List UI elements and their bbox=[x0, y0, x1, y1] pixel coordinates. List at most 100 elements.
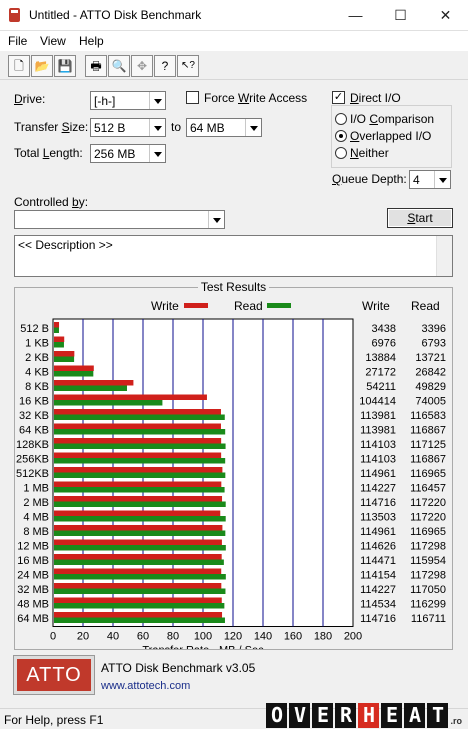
read-bar bbox=[54, 429, 226, 435]
write-bar bbox=[54, 612, 223, 618]
print-preview-icon[interactable]: 🔍 bbox=[108, 55, 130, 77]
watermark-letter: A bbox=[404, 703, 426, 728]
read-bar bbox=[54, 617, 225, 623]
y-tick-label: 8 MB bbox=[23, 526, 49, 538]
help-icon[interactable]: ? bbox=[154, 55, 176, 77]
transfer-size-from-select[interactable]: 512 B bbox=[90, 118, 166, 137]
read-value: 116299 bbox=[410, 599, 446, 611]
y-tick-label: 512KB bbox=[16, 468, 49, 480]
write-bar bbox=[54, 322, 60, 328]
context-help-icon[interactable]: ↖? bbox=[177, 55, 199, 77]
menu-help[interactable]: Help bbox=[79, 34, 104, 48]
y-tick-label: 64 MB bbox=[17, 613, 49, 625]
write-value: 114154 bbox=[360, 570, 396, 582]
read-bar bbox=[54, 588, 226, 594]
y-tick-label: 32 MB bbox=[17, 584, 49, 596]
start-button[interactable]: Start bbox=[387, 208, 453, 228]
x-tick-label: 40 bbox=[107, 631, 119, 643]
title-bar: Untitled - ATTO Disk Benchmark — ☐ ✕ bbox=[0, 0, 468, 31]
write-bar bbox=[54, 438, 222, 444]
y-tick-label: 4 MB bbox=[23, 512, 49, 524]
write-bar bbox=[54, 496, 223, 502]
io-comparison-label: I/O Comparison bbox=[350, 112, 435, 126]
close-button[interactable]: ✕ bbox=[423, 0, 468, 31]
read-bar bbox=[54, 400, 163, 406]
transfer-size-to-select[interactable]: 64 MB bbox=[186, 118, 262, 137]
radio-icon bbox=[335, 113, 347, 125]
x-tick-label: 0 bbox=[50, 631, 56, 643]
read-bar bbox=[54, 516, 226, 522]
total-length-select[interactable]: 256 MB bbox=[90, 144, 166, 163]
write-bar bbox=[54, 597, 222, 603]
to-label: to bbox=[171, 120, 182, 134]
write-value: 27172 bbox=[365, 367, 396, 379]
write-value: 114961 bbox=[360, 526, 396, 538]
write-bar bbox=[54, 525, 223, 531]
checkmark-icon: ✓ bbox=[332, 91, 345, 104]
maximize-button[interactable]: ☐ bbox=[378, 0, 423, 31]
description-textarea[interactable]: << Description >> bbox=[14, 235, 453, 277]
chevron-down-icon bbox=[434, 171, 450, 188]
write-bar bbox=[54, 568, 222, 574]
website-link[interactable]: www.attotech.com bbox=[101, 680, 190, 692]
write-bar bbox=[54, 481, 222, 487]
write-value: 113981 bbox=[360, 410, 396, 422]
menu-file[interactable]: File bbox=[8, 34, 27, 48]
move-icon[interactable]: ✥ bbox=[131, 55, 153, 77]
read-bar bbox=[54, 603, 225, 609]
write-bar bbox=[54, 467, 223, 473]
save-icon[interactable]: 💾 bbox=[54, 55, 76, 77]
minimize-button[interactable]: — bbox=[333, 0, 378, 31]
write-value: 114227 bbox=[360, 483, 396, 495]
read-value: 49829 bbox=[415, 381, 446, 393]
write-bar bbox=[54, 452, 222, 458]
drive-select[interactable]: [-h-] bbox=[90, 91, 166, 110]
write-value: 114961 bbox=[360, 468, 396, 480]
y-tick-label: 128KB bbox=[16, 439, 49, 451]
x-tick-label: 180 bbox=[314, 631, 332, 643]
open-folder-icon[interactable]: 📂 bbox=[31, 55, 53, 77]
read-bar bbox=[54, 472, 226, 478]
status-text: For Help, press F1 bbox=[4, 713, 104, 727]
watermark-letter: E bbox=[381, 703, 403, 728]
write-bar bbox=[54, 380, 134, 386]
atto-logo: ATTO bbox=[13, 655, 95, 695]
read-value: 116965 bbox=[410, 526, 446, 538]
y-tick-label: 256KB bbox=[16, 454, 49, 466]
chevron-down-icon bbox=[149, 145, 165, 162]
x-tick-label: 120 bbox=[224, 631, 242, 643]
radio-selected-icon bbox=[335, 130, 347, 142]
chevron-down-icon bbox=[149, 119, 165, 136]
y-tick-label: 1 MB bbox=[23, 483, 49, 495]
read-bar bbox=[54, 487, 225, 493]
total-length-label: Total Length: bbox=[14, 146, 83, 160]
radio-icon bbox=[335, 147, 347, 159]
product-name: ATTO Disk Benchmark v3.05 bbox=[101, 661, 256, 675]
write-value: 113503 bbox=[360, 512, 396, 524]
read-bar bbox=[54, 385, 127, 391]
watermark-letter: H bbox=[358, 703, 380, 728]
queue-depth-select[interactable]: 4 bbox=[409, 170, 451, 189]
read-value: 13721 bbox=[415, 352, 446, 364]
read-value: 116457 bbox=[410, 483, 446, 495]
y-tick-label: 2 KB bbox=[25, 352, 49, 364]
read-bar bbox=[54, 342, 64, 348]
controlled-by-select[interactable] bbox=[14, 210, 225, 229]
description-scrollbar[interactable] bbox=[436, 236, 452, 276]
read-value: 117220 bbox=[410, 512, 446, 524]
print-icon[interactable]: 🖶 bbox=[85, 55, 107, 77]
test-results-panel: Test Results Write Read Write Read 0 20 40… bbox=[14, 280, 453, 650]
write-bar bbox=[54, 351, 75, 357]
window-title: Untitled - ATTO Disk Benchmark bbox=[29, 8, 202, 22]
write-value: 114103 bbox=[360, 454, 396, 466]
menu-view[interactable]: View bbox=[40, 34, 66, 48]
read-value: 6793 bbox=[422, 338, 446, 350]
y-tick-label: 24 MB bbox=[17, 570, 49, 582]
read-bar bbox=[54, 458, 226, 464]
new-file-icon[interactable]: 🗋 bbox=[8, 55, 30, 77]
checkbox-icon bbox=[186, 91, 199, 104]
chevron-down-icon bbox=[208, 211, 224, 228]
watermark-letter: V bbox=[289, 703, 311, 728]
y-tick-label: 64 KB bbox=[19, 425, 49, 437]
read-value: 116583 bbox=[410, 410, 446, 422]
